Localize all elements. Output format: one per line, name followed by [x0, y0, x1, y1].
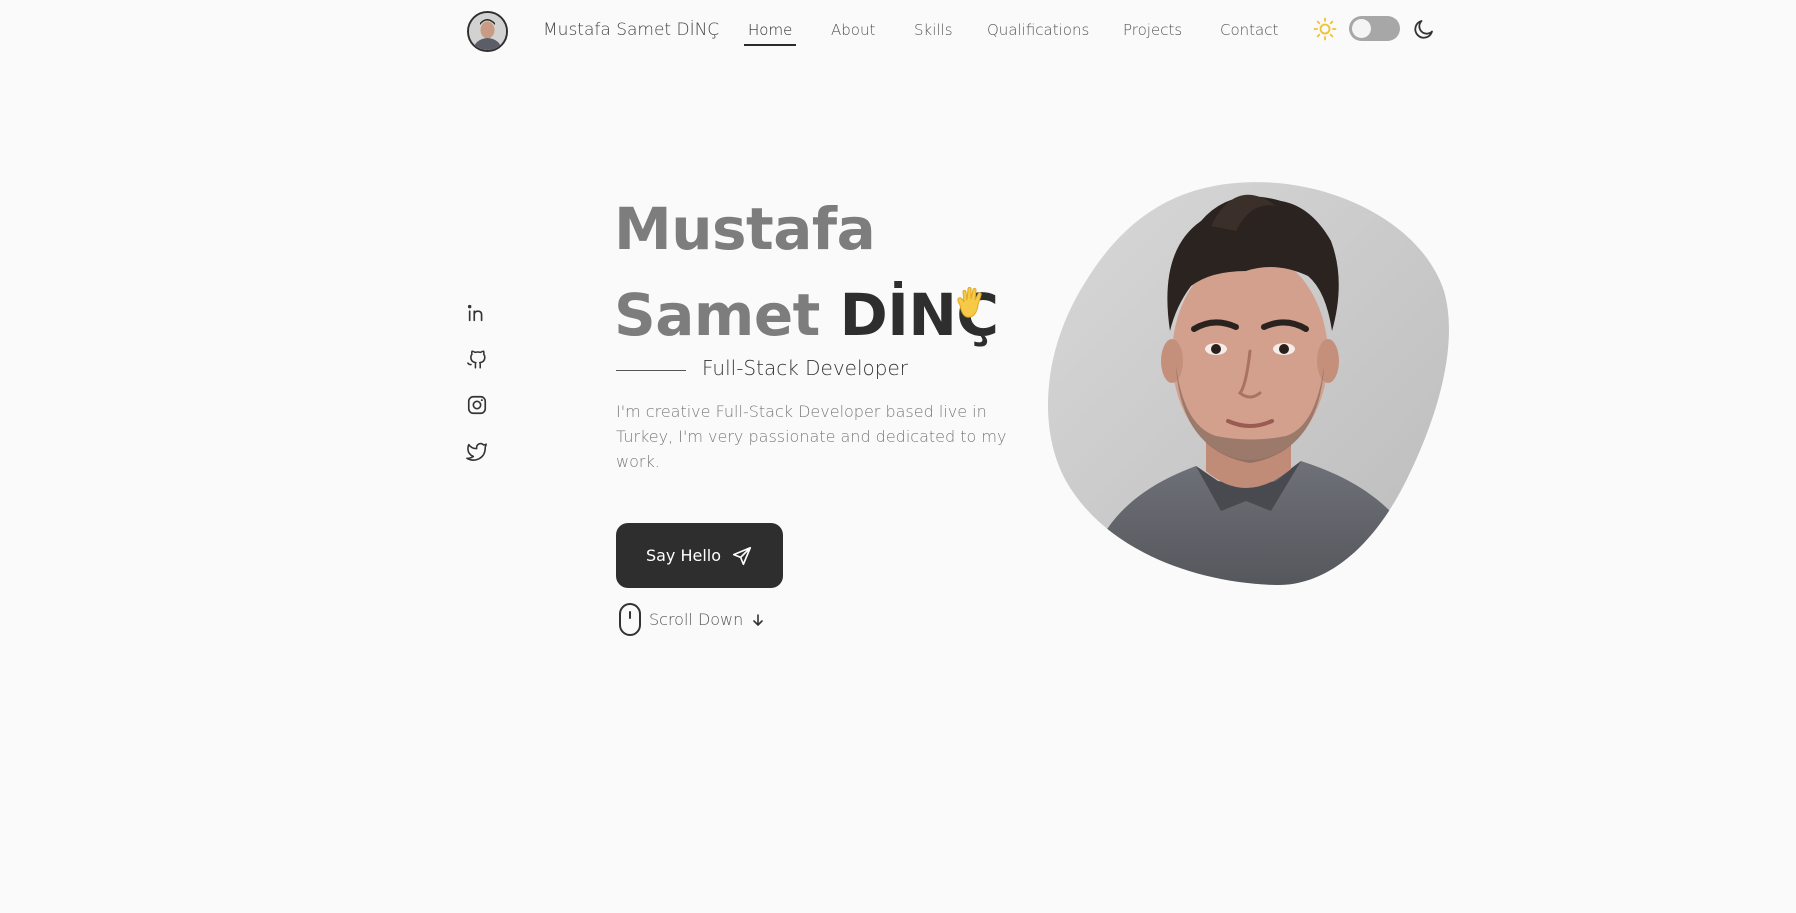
instagram-icon[interactable] — [466, 394, 488, 416]
nav-about[interactable]: About — [831, 21, 875, 39]
avatar[interactable] — [467, 11, 508, 52]
arrow-down-icon — [753, 613, 764, 626]
nav-projects[interactable]: Projects — [1123, 21, 1182, 39]
hero-description: I'm creative Full-Stack Developer based … — [616, 402, 1007, 471]
hero-name: Mustafa Samet DİNÇ — [614, 186, 999, 358]
say-hello-label: Say Hello — [645, 546, 722, 565]
subtitle-divider — [616, 370, 686, 371]
theme-toggle-knob — [1352, 19, 1371, 38]
avatar-portrait-icon — [469, 13, 506, 50]
hero-subtitle: Full-Stack Developer — [702, 356, 909, 380]
nav-contact[interactable]: Contact — [1220, 21, 1278, 39]
hero-middle-name: Samet — [614, 281, 820, 349]
twitter-icon[interactable] — [466, 440, 488, 462]
nav-qualifications[interactable]: Qualifications — [987, 21, 1089, 39]
say-hello-button[interactable]: Say Hello — [616, 523, 783, 588]
header: Mustafa Samet DİNÇ Home About Skills Qua… — [0, 0, 1796, 64]
moon-icon[interactable] — [1412, 17, 1436, 41]
mouse-icon — [619, 603, 641, 636]
profile-photo — [1047, 182, 1449, 586]
sun-icon[interactable] — [1313, 17, 1337, 41]
theme-toggle[interactable] — [1349, 16, 1400, 41]
github-icon[interactable] — [466, 348, 488, 370]
nav-skills[interactable]: Skills — [914, 21, 953, 39]
linkedin-icon[interactable] — [466, 302, 488, 324]
waving-hand-icon — [957, 287, 982, 318]
hero-first-name: Mustafa — [614, 195, 876, 263]
brand-name[interactable]: Mustafa Samet DİNÇ — [543, 20, 719, 40]
scroll-down-link[interactable]: Scroll Down — [619, 603, 765, 636]
send-icon — [732, 546, 752, 565]
nav-home[interactable]: Home — [743, 21, 797, 46]
scroll-down-label: Scroll Down — [649, 610, 744, 629]
